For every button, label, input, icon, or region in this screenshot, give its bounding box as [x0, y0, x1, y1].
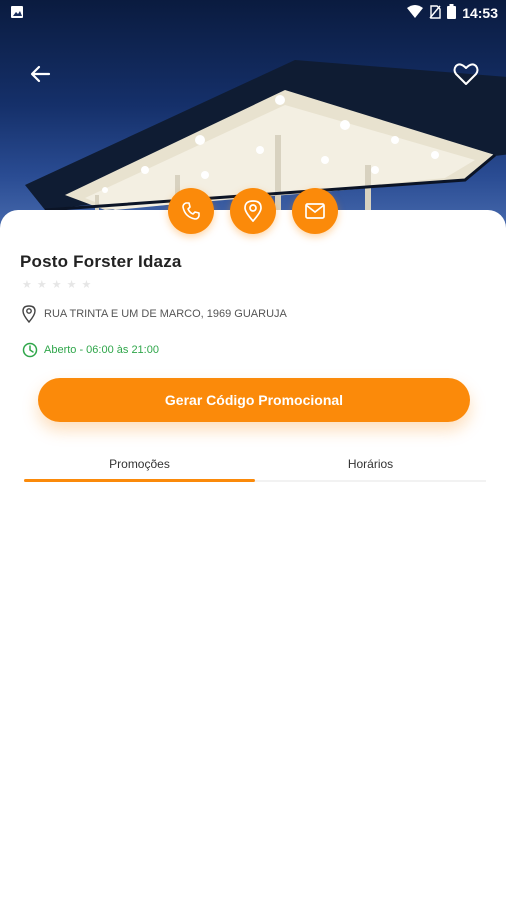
tab-horarios[interactable]: Horários: [255, 450, 486, 480]
location-button[interactable]: [230, 188, 276, 234]
image-notification-icon: [10, 5, 24, 22]
clock-icon: [22, 342, 38, 358]
back-button[interactable]: [24, 58, 56, 90]
station-name: Posto Forster Idaza: [20, 252, 182, 271]
tab-bar: Promoções Horários: [24, 450, 486, 482]
star-icon: ★: [81, 279, 92, 291]
star-icon: ★: [22, 279, 32, 291]
star-icon: ★: [36, 279, 47, 291]
generate-promo-code-button[interactable]: Gerar Código Promocional: [38, 378, 470, 422]
arrow-left-icon: [30, 65, 51, 83]
rating-stars: ★ ★ ★ ★ ★: [22, 278, 91, 291]
location-pin-icon: [22, 305, 36, 323]
no-sim-icon: [429, 4, 441, 22]
tab-promocoes[interactable]: Promoções: [24, 450, 255, 482]
heart-outline-icon: [453, 63, 479, 85]
star-icon: ★: [51, 279, 62, 291]
status-bar: 14:53: [0, 0, 506, 26]
call-button[interactable]: [168, 188, 214, 234]
opening-hours: Aberto - 06:00 às 21:00: [22, 342, 159, 358]
email-button[interactable]: [292, 188, 338, 234]
envelope-icon: [305, 203, 325, 219]
phone-icon: [182, 202, 200, 220]
status-time: 14:53: [462, 5, 498, 21]
wifi-icon: [407, 5, 424, 21]
address-text: RUA TRINTA E UM DE MARCO, 1969 GUARUJA: [44, 308, 287, 320]
hours-text: Aberto - 06:00 às 21:00: [44, 344, 159, 356]
tab-content-area: [0, 484, 506, 900]
station-address: RUA TRINTA E UM DE MARCO, 1969 GUARUJA: [22, 305, 287, 323]
favorite-button[interactable]: [450, 58, 482, 90]
map-pin-icon: [244, 200, 262, 222]
star-icon: ★: [66, 279, 77, 291]
battery-icon: [447, 4, 457, 22]
